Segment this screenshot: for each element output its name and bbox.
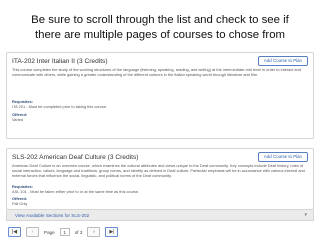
next-page-icon: › <box>93 229 95 235</box>
requisites-value: ASL 101 - Must be taken either prior to … <box>12 188 140 194</box>
slide: Be sure to scroll through the list and c… <box>0 0 320 240</box>
offered-label: Offered: <box>12 112 28 117</box>
first-page-icon: |◀ <box>11 229 18 235</box>
slide-heading-line-1: Be sure to scroll through the list and c… <box>31 14 289 26</box>
slide-heading-line-2: there are multiple pages of courses to c… <box>34 29 286 41</box>
course-title[interactable]: ITA-202 Inter Italian II (3 Credits) <box>12 58 108 65</box>
add-course-to-plan-button[interactable]: Add Course to Plan <box>257 152 308 162</box>
first-page-button[interactable]: |◀ <box>8 227 21 237</box>
course-title[interactable]: SLS-202 American Deaf Culture (3 Credits… <box>12 154 138 161</box>
page-of-total: of 3 <box>74 229 83 235</box>
pagination: |◀ ‹ Page 1 of 3 › ▶| <box>8 226 119 238</box>
add-course-to-plan-button[interactable]: Add Course to Plan <box>257 56 308 66</box>
course-card: SLS-202 American Deaf Culture (3 Credits… <box>6 148 314 210</box>
view-sections-toggle[interactable]: View Available Sections for SLS-202 ▾ <box>6 210 314 221</box>
prev-page-icon: ‹ <box>31 229 34 235</box>
course-description: American Deaf Culture is an overview cou… <box>12 163 305 178</box>
requisites-value: ITA 201 - Must be completed prior to tak… <box>12 103 108 109</box>
add-course-label: Add Course to Plan <box>263 58 302 63</box>
course-description: This course completes the study of the w… <box>12 67 301 77</box>
course-offered: Offered: Varied <box>12 112 308 123</box>
course-requisites: Requisites: ITA 201 - Must be completed … <box>12 99 308 110</box>
last-page-button[interactable]: ▶| <box>105 227 119 237</box>
chevron-down-icon: ▾ <box>304 212 307 218</box>
page-label: Page <box>44 229 55 235</box>
slide-heading: Be sure to scroll through the list and c… <box>0 13 320 43</box>
offered-label: Offered: <box>12 196 28 201</box>
course-card: ITA-202 Inter Italian II (3 Credits) Add… <box>6 52 314 139</box>
offered-value: Varied <box>12 116 23 122</box>
prev-page-button[interactable]: ‹ <box>26 227 39 237</box>
course-requisites: Requisites: ASL 101 - Must be taken eith… <box>12 184 308 195</box>
offered-value: Fall Only <box>12 200 28 206</box>
view-sections-label: View Available Sections for SLS-202 <box>15 212 90 218</box>
add-course-label: Add Course to Plan <box>263 154 302 159</box>
next-page-button[interactable]: › <box>87 227 101 237</box>
last-page-icon: ▶| <box>109 229 115 235</box>
course-offered: Offered: Fall Only <box>12 196 308 207</box>
page-number-input[interactable]: 1 <box>59 228 70 236</box>
